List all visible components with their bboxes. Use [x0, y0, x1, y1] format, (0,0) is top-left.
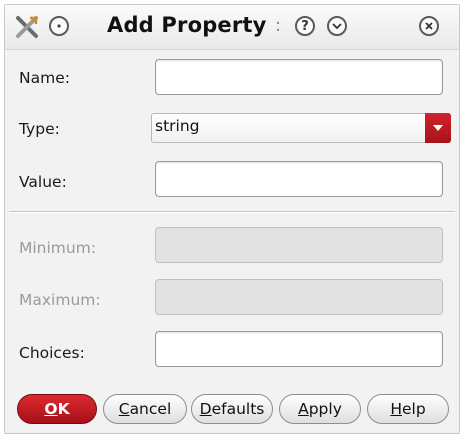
ok-mnemonic: O [44, 400, 58, 418]
add-property-dialog: Add Property : ? Name: Type: string Valu… [4, 4, 460, 434]
type-label: Type: [19, 120, 60, 138]
minimum-label: Minimum: [19, 239, 97, 257]
defaults-label-rest: efaults [211, 400, 265, 418]
x-tools-icon[interactable] [15, 15, 39, 39]
cancel-label-rest: ancel [129, 400, 172, 418]
help-label-rest: elp [401, 400, 426, 418]
ok-label-rest: K [57, 400, 70, 418]
title-separator: : [275, 15, 282, 36]
help-icon[interactable]: ? [295, 16, 315, 36]
minimum-input [155, 227, 443, 263]
close-icon[interactable] [419, 16, 439, 36]
apply-button[interactable]: Apply [279, 394, 361, 424]
name-input[interactable] [155, 59, 443, 95]
divider [9, 211, 455, 213]
cancel-button[interactable]: Cancel [103, 394, 187, 424]
help-button[interactable]: Help [367, 394, 449, 424]
apply-label-rest: pply [308, 400, 342, 418]
dialog-title: Add Property [107, 13, 267, 37]
name-label: Name: [19, 69, 70, 87]
help-mnemonic: H [390, 400, 402, 418]
type-selected-value: string [155, 117, 200, 135]
choices-label: Choices: [19, 344, 85, 362]
chevron-down-icon[interactable] [425, 113, 451, 143]
cancel-mnemonic: C [118, 400, 130, 418]
ok-button[interactable]: OK [17, 394, 97, 424]
chevron-down-icon[interactable] [327, 16, 347, 36]
defaults-mnemonic: D [199, 400, 212, 418]
circle-dot-icon[interactable] [49, 16, 69, 36]
apply-mnemonic: A [298, 400, 309, 418]
defaults-button[interactable]: Defaults [191, 394, 273, 424]
maximum-label: Maximum: [19, 291, 101, 309]
value-input[interactable] [155, 161, 443, 197]
type-select[interactable]: string [151, 113, 451, 143]
maximum-input [155, 279, 443, 315]
title-bar[interactable]: Add Property : ? [5, 5, 459, 50]
value-label: Value: [19, 173, 67, 191]
choices-input[interactable] [155, 331, 443, 367]
